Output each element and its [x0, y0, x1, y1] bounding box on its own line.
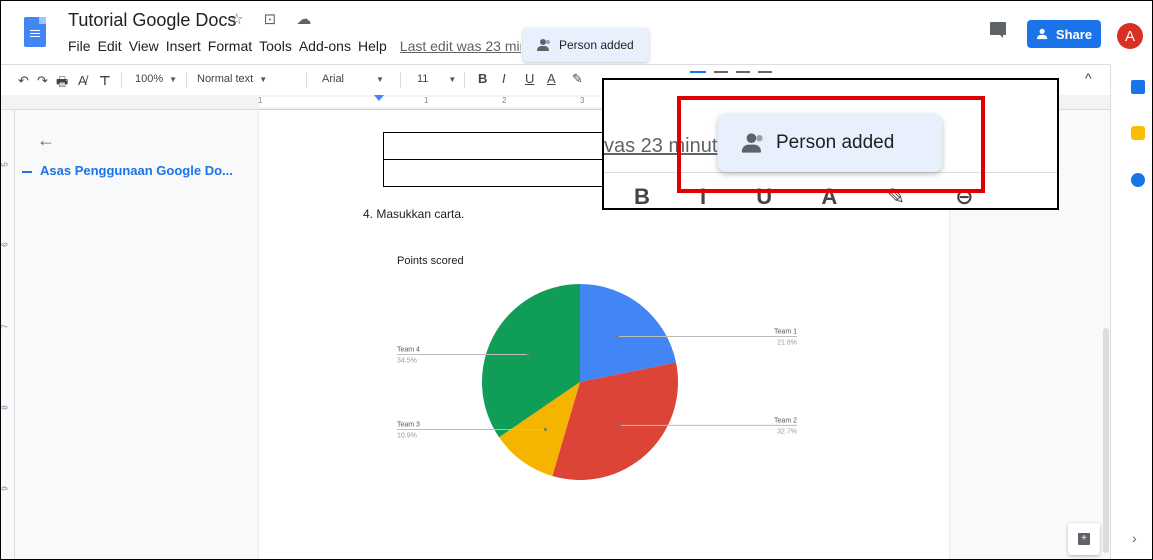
person-add-icon: [1036, 28, 1049, 40]
toolbar-divider: [400, 72, 401, 88]
star-move-cloud-icons[interactable]: ☆ ⊡ ☁: [230, 10, 319, 28]
chevron-down-icon: ▼: [376, 75, 384, 84]
pie-label-value: 32.7%: [777, 428, 797, 435]
comment-history-icon[interactable]: [990, 22, 1006, 38]
collapse-toolbar-icon[interactable]: ^: [1085, 70, 1092, 86]
chevron-down-icon: ▼: [448, 75, 457, 84]
ruler-number: 9: [0, 486, 10, 491]
ruler-number: 2: [502, 96, 507, 105]
pie-leader-dot: [526, 353, 530, 357]
tasks-icon[interactable]: [1131, 173, 1145, 187]
spellcheck-icon[interactable]: A̸: [78, 73, 87, 88]
explore-button[interactable]: +: [1068, 523, 1100, 555]
pie-label-name: Team 4: [397, 347, 420, 354]
person-icon: [537, 39, 551, 51]
ruler-number: 7: [0, 324, 10, 329]
plus-icon: +: [1078, 533, 1090, 545]
avatar[interactable]: A: [1117, 23, 1143, 49]
style-value: Normal text: [197, 73, 254, 85]
redo-icon[interactable]: ↷: [37, 73, 48, 89]
step-text: 4. Masukkan carta.: [363, 207, 465, 221]
pie-label-value: 34.5%: [397, 358, 417, 365]
outline-heading-label: Asas Penggunaan Google Do...: [40, 163, 233, 178]
toast-text: Person added: [559, 38, 634, 52]
zoom-select[interactable]: 100% ▼: [135, 73, 177, 85]
chevron-right-icon[interactable]: ›: [1132, 530, 1137, 546]
calendar-icon[interactable]: [1131, 80, 1145, 94]
pie-label-value: 10.9%: [397, 433, 417, 440]
font-select[interactable]: Arial ▼: [322, 73, 384, 85]
red-highlight-box: [677, 96, 985, 193]
pie-label-name: Team 1: [774, 328, 797, 335]
paint-format-icon[interactable]: ⊤: [99, 73, 111, 89]
back-arrow-icon[interactable]: ←: [37, 130, 55, 151]
ruler-number: 6: [0, 242, 10, 247]
menu-add-ons[interactable]: Add-ons: [299, 38, 357, 54]
toolbar-divider: [306, 72, 307, 88]
menu-tools[interactable]: Tools: [259, 38, 298, 54]
share-button[interactable]: Share: [1027, 20, 1101, 48]
ruler-number: 1: [424, 96, 429, 105]
pie-leader-dot: [543, 428, 547, 432]
undo-icon[interactable]: ↶: [18, 73, 29, 89]
bold-button[interactable]: B: [478, 71, 487, 86]
zoom-value: 100%: [135, 73, 164, 85]
text-color-button[interactable]: A: [547, 71, 556, 86]
ruler-number: 1: [258, 96, 263, 105]
menu-file[interactable]: File: [68, 38, 97, 54]
menu-bar: File Edit View Insert Format Tools Add-o…: [68, 38, 521, 54]
menu-insert[interactable]: Insert: [166, 38, 207, 54]
menu-edit[interactable]: Edit: [98, 38, 128, 54]
highlight-color-icon[interactable]: ✎: [572, 71, 583, 87]
pie-leader-dot: [615, 334, 619, 338]
outline-heading[interactable]: Asas Penggunaan Google Do...: [22, 163, 233, 178]
pie-label-name: Team 2: [774, 417, 797, 424]
indent-marker-icon[interactable]: [374, 95, 384, 101]
vertical-ruler[interactable]: 5 6 7 8 9: [0, 110, 15, 560]
toolbar-divider: [186, 72, 187, 88]
pie-chart[interactable]: Points scored Team 1 21.8% Team 2 32.7% Team…: [389, 240, 809, 480]
style-select[interactable]: Normal text ▼: [197, 73, 267, 85]
chevron-down-icon: ▼: [259, 75, 268, 84]
chart-title: Points scored: [397, 255, 464, 267]
last-edit-link[interactable]: Last edit was 23 minut: [400, 38, 521, 54]
font-value: Arial: [322, 73, 345, 85]
menu-view[interactable]: View: [129, 38, 165, 54]
person-added-toast: Person added: [523, 28, 649, 62]
scrollbar[interactable]: [1103, 328, 1109, 553]
font-size-value: 11: [417, 73, 429, 85]
share-label: Share: [1055, 26, 1093, 42]
print-icon[interactable]: 🖶: [56, 73, 68, 95]
toolbar-divider: [121, 72, 122, 88]
keep-icon[interactable]: [1131, 126, 1145, 140]
docs-logo-icon[interactable]: [24, 17, 46, 47]
toolbar-divider: [464, 72, 465, 88]
underline-button[interactable]: U: [525, 71, 534, 86]
doc-title[interactable]: Tutorial Google Docs: [68, 10, 236, 31]
menu-format[interactable]: Format: [208, 38, 258, 54]
ruler-number: 3: [580, 96, 585, 105]
pie-label-name: Team 3: [397, 422, 420, 429]
pie-label-value: 21.8%: [777, 339, 797, 346]
outline-dash: [22, 170, 32, 173]
menu-help[interactable]: Help: [358, 38, 393, 54]
chevron-down-icon: ▼: [169, 75, 178, 84]
pie-leader-dot: [618, 423, 622, 427]
ruler-number: 5: [0, 162, 10, 167]
ruler-number: 8: [0, 405, 10, 410]
font-size-select[interactable]: 11 ▼: [417, 73, 456, 85]
app-header: Tutorial Google Docs ☆ ⊡ ☁ File Edit Vie…: [0, 0, 1153, 64]
italic-button[interactable]: I: [502, 71, 506, 86]
